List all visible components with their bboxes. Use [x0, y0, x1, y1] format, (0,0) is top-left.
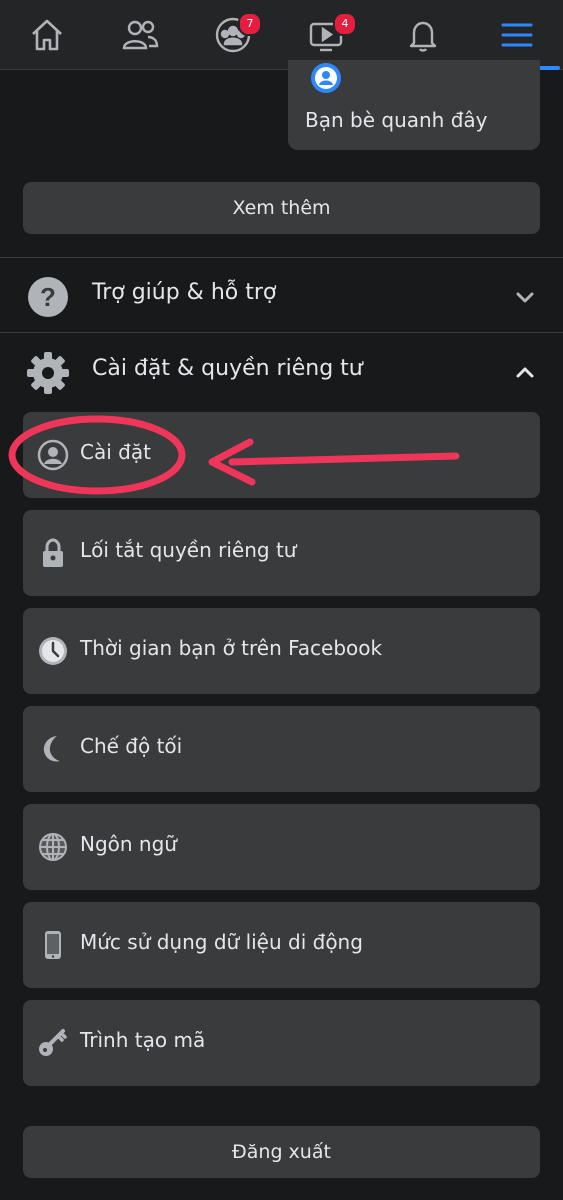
- phone-icon: [45, 931, 61, 959]
- lock-icon: [43, 538, 63, 567]
- divider: [0, 332, 563, 333]
- bell-icon: [409, 21, 436, 52]
- menu-item-label: Thời gian bạn ở trên Facebook: [80, 636, 383, 660]
- menu-item-label: Cài đặt: [80, 440, 151, 464]
- svg-text:?: ?: [40, 282, 56, 312]
- menu-item-label: Lối tắt quyền riêng tư: [80, 538, 297, 562]
- moon-icon: [43, 736, 60, 762]
- menu-item-dark-mode[interactable]: Chế độ tối: [23, 706, 540, 792]
- account-circle-icon: [37, 439, 69, 471]
- chevron-down-icon: [516, 292, 534, 303]
- section-help-support[interactable]: ? Trợ giúp & hỗ trợ: [0, 258, 563, 332]
- globe-icon: [39, 833, 67, 861]
- chevron-up-icon: [516, 367, 534, 378]
- nav-groups[interactable]: 7: [186, 0, 279, 70]
- menu-item-settings[interactable]: Cài đặt: [23, 412, 540, 498]
- nearby-friends-label: Bạn bè quanh đây: [305, 108, 488, 132]
- section-settings-label: Cài đặt & quyền riêng tư: [92, 356, 363, 381]
- clock-icon: [39, 637, 67, 665]
- home-icon: [31, 19, 62, 51]
- friends-icon: [122, 20, 158, 50]
- menu-icon: [501, 23, 532, 47]
- menu-item-privacy-shortcuts[interactable]: Lối tắt quyền riêng tư: [23, 510, 540, 596]
- section-settings-privacy[interactable]: Cài đặt & quyền riêng tư: [0, 334, 563, 408]
- nearby-friends-card[interactable]: Bạn bè quanh đây: [288, 60, 540, 150]
- logout-button[interactable]: Đăng xuất: [23, 1126, 540, 1178]
- watch-badge: 4: [333, 12, 357, 36]
- menu-item-time-on-facebook[interactable]: Thời gian bạn ở trên Facebook: [23, 608, 540, 694]
- question-icon: ?: [28, 277, 68, 317]
- nav-home[interactable]: [0, 0, 93, 70]
- key-icon: [39, 1029, 67, 1056]
- menu-item-label: Mức sử dụng dữ liệu di động: [80, 930, 363, 954]
- nearby-friends-icon: [311, 63, 341, 93]
- menu-item-label: Chế độ tối: [80, 734, 183, 758]
- menu-item-code-generator[interactable]: Trình tạo mã: [23, 1000, 540, 1086]
- menu-item-language[interactable]: Ngôn ngữ: [23, 804, 540, 890]
- menu-item-label: Trình tạo mã: [80, 1028, 206, 1052]
- menu-item-label: Ngôn ngữ: [80, 832, 177, 856]
- groups-badge: 7: [238, 12, 262, 36]
- menu-item-mobile-data[interactable]: Mức sử dụng dữ liệu di động: [23, 902, 540, 988]
- nav-friends[interactable]: [93, 0, 186, 70]
- gear-icon: [27, 352, 69, 394]
- see-more-button[interactable]: Xem thêm: [23, 182, 540, 234]
- section-help-label: Trợ giúp & hỗ trợ: [92, 280, 277, 305]
